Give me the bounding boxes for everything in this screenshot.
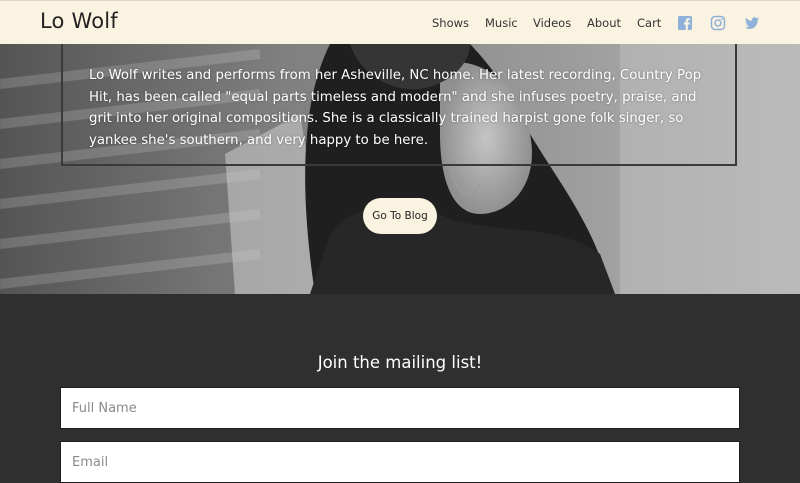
hero-section: Lo Wolf writes and performs from her Ash… — [0, 44, 800, 294]
site-header: Lo Wolf Shows Music Videos About Cart — [0, 0, 800, 44]
nav-item-cart[interactable]: Cart — [637, 16, 661, 30]
nav-item-videos[interactable]: Videos — [533, 16, 571, 30]
email-input[interactable] — [60, 441, 740, 483]
go-to-blog-button[interactable]: Go To Blog — [363, 198, 437, 234]
nav-item-shows[interactable]: Shows — [432, 16, 469, 30]
instagram-icon[interactable] — [710, 15, 726, 31]
facebook-icon[interactable] — [677, 15, 693, 31]
mailing-list-section: Join the mailing list! — [0, 294, 800, 483]
twitter-icon[interactable] — [744, 15, 760, 31]
bio-text: Lo Wolf writes and performs from her Ash… — [89, 68, 702, 148]
nav-item-about[interactable]: About — [587, 16, 621, 30]
full-name-input[interactable] — [60, 387, 740, 429]
nav-item-music[interactable]: Music — [485, 16, 518, 30]
mailing-list-title: Join the mailing list! — [317, 353, 483, 372]
site-brand[interactable]: Lo Wolf — [40, 9, 118, 33]
